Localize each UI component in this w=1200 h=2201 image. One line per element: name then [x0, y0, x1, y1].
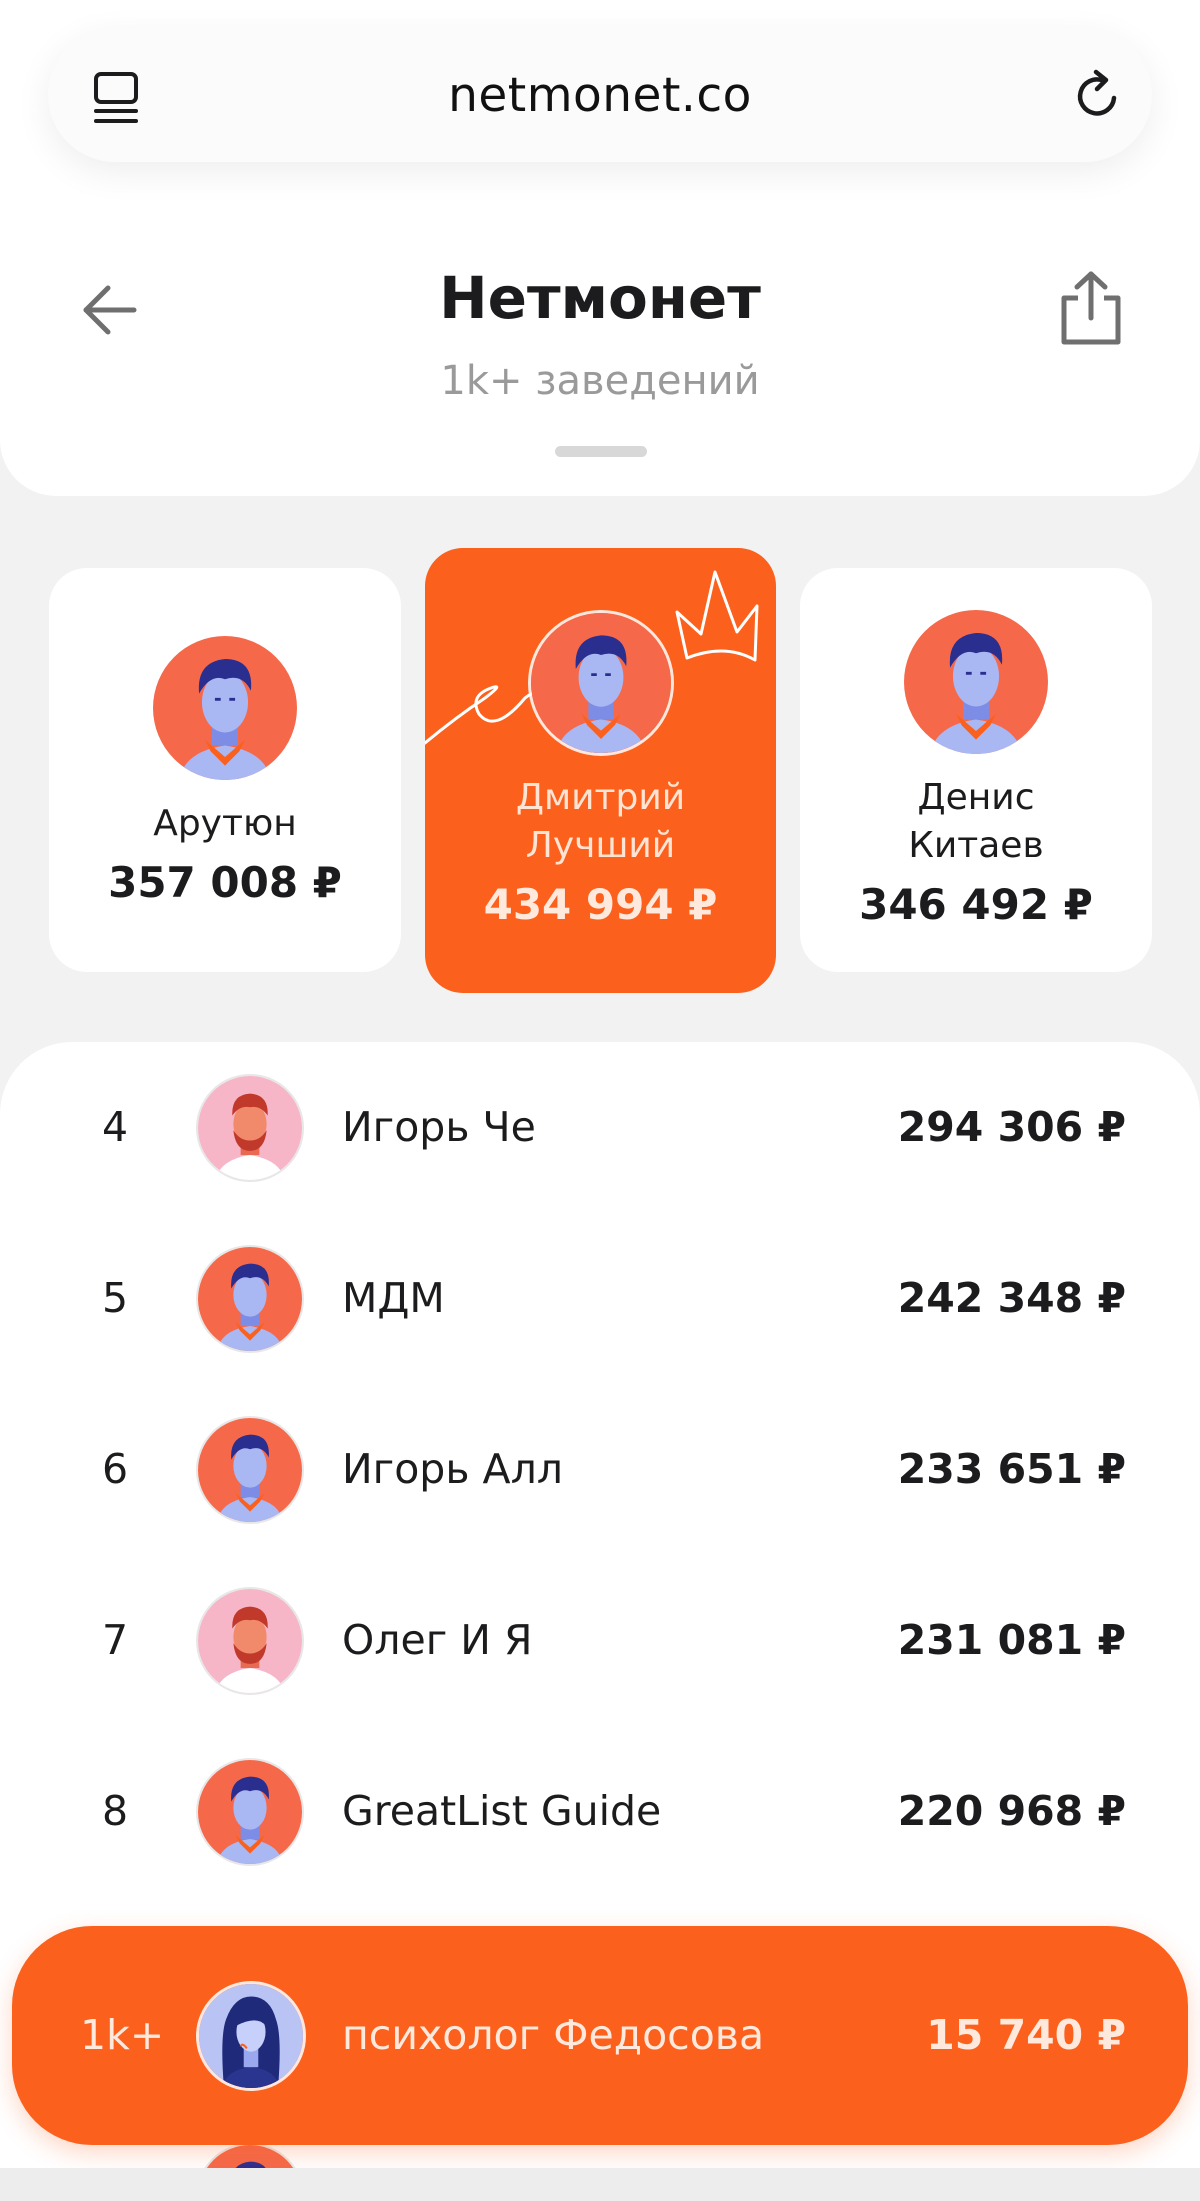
woman-avatar-blue	[196, 1981, 306, 2091]
participant-name: Игорь Алл	[342, 1445, 563, 1493]
list-item[interactable]: 7 Олег И Я 231 081 ₽	[0, 1555, 1200, 1726]
man-avatar-orange	[196, 1245, 304, 1353]
list-item[interactable]: 4 Игорь Че 294 306 ₽	[0, 1042, 1200, 1213]
list-item[interactable]: 6 Игорь Алл 233 651 ₽	[0, 1384, 1200, 1555]
participant-name: Игорь Че	[342, 1103, 536, 1151]
man-avatar-orange	[528, 610, 674, 756]
bottom-safe-area	[0, 2168, 1200, 2201]
participant-name: GreatList Guide	[342, 1787, 662, 1835]
man-avatar-orange	[196, 1758, 304, 1866]
podium-first-place[interactable]: Дмитрий Лучший 434 994 ₽	[425, 548, 776, 993]
man-avatar-orange	[153, 636, 297, 780]
tip-amount: 294 306 ₽	[897, 1103, 1126, 1151]
podium-name: Дмитрий Лучший	[515, 777, 686, 866]
tip-amount: 242 348 ₽	[897, 1274, 1126, 1322]
podium-amount: 434 994 ₽	[483, 880, 718, 929]
sheet-grabber[interactable]	[555, 446, 647, 457]
header-area: netmonet.co Нетмонет 1k+ заведений	[0, 0, 1200, 496]
list-item[interactable]: 5 МДМ 242 348 ₽	[0, 1213, 1200, 1384]
rank-number: 4	[101, 1103, 129, 1151]
podium-second-place[interactable]: Арутюн 357 008 ₽	[49, 568, 401, 972]
share-icon[interactable]	[1058, 270, 1124, 346]
page-title: Нетмонет	[439, 264, 761, 332]
tip-amount: 231 081 ₽	[897, 1616, 1126, 1664]
current-user-bar[interactable]: 1k+ психолог Федосова 15 740 ₽	[12, 1926, 1188, 2145]
rank-number: 6	[101, 1445, 129, 1493]
man-avatar-orange	[196, 1416, 304, 1524]
url-text: netmonet.co	[448, 67, 752, 123]
rank-number: 7	[101, 1616, 129, 1664]
page-subtitle: 1k+ заведений	[440, 358, 760, 404]
podium-third-place[interactable]: Денис Китаев 346 492 ₽	[800, 568, 1152, 972]
current-user-rank: 1k+	[80, 2011, 165, 2059]
address-bar[interactable]: netmonet.co	[48, 28, 1152, 162]
participant-name: Олег И Я	[342, 1616, 533, 1664]
leaderboard-page: netmonet.co Нетмонет 1k+ заведений Арутю…	[0, 0, 1200, 2201]
reload-icon[interactable]	[1070, 68, 1126, 124]
podium-name: Денис Китаев	[908, 777, 1044, 866]
man-avatar-orange	[904, 610, 1048, 754]
podium-amount: 346 492 ₽	[859, 880, 1093, 929]
list-item[interactable]: 8 GreatList Guide 220 968 ₽	[0, 1726, 1200, 1897]
podium-name: Арутюн	[153, 803, 297, 844]
tip-amount: 233 651 ₽	[897, 1445, 1126, 1493]
bearded-man-avatar-pink	[196, 1587, 304, 1695]
bearded-man-avatar-pink	[196, 1074, 304, 1182]
tabs-icon[interactable]	[92, 71, 142, 125]
rank-number: 5	[101, 1274, 129, 1322]
current-user-amount: 15 740 ₽	[926, 2011, 1126, 2059]
current-user-name: психолог Федосова	[342, 2011, 765, 2059]
participant-name: МДМ	[342, 1274, 445, 1322]
rank-number: 8	[101, 1787, 129, 1835]
tip-amount: 220 968 ₽	[897, 1787, 1126, 1835]
podium-amount: 357 008 ₽	[108, 858, 342, 907]
